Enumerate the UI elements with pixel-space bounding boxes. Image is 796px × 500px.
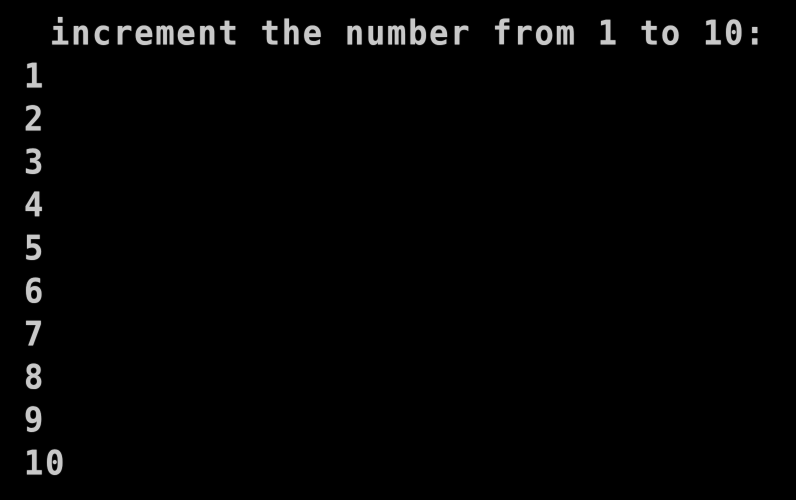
output-line: 10 <box>24 443 67 483</box>
output-line: 1 <box>24 56 46 96</box>
output-line: 5 <box>24 228 46 268</box>
output-line: 3 <box>24 142 46 182</box>
output-line: 9 <box>24 400 46 440</box>
console-window: increment the number from 1 to 10: 1 2 3… <box>0 0 796 500</box>
console-prompt-text: increment the number from 1 to 10: <box>50 13 767 54</box>
output-line: 8 <box>24 357 46 397</box>
output-line: 2 <box>24 99 46 139</box>
output-line: 7 <box>24 314 46 354</box>
output-line: 6 <box>24 271 46 311</box>
output-line: 4 <box>24 185 46 225</box>
